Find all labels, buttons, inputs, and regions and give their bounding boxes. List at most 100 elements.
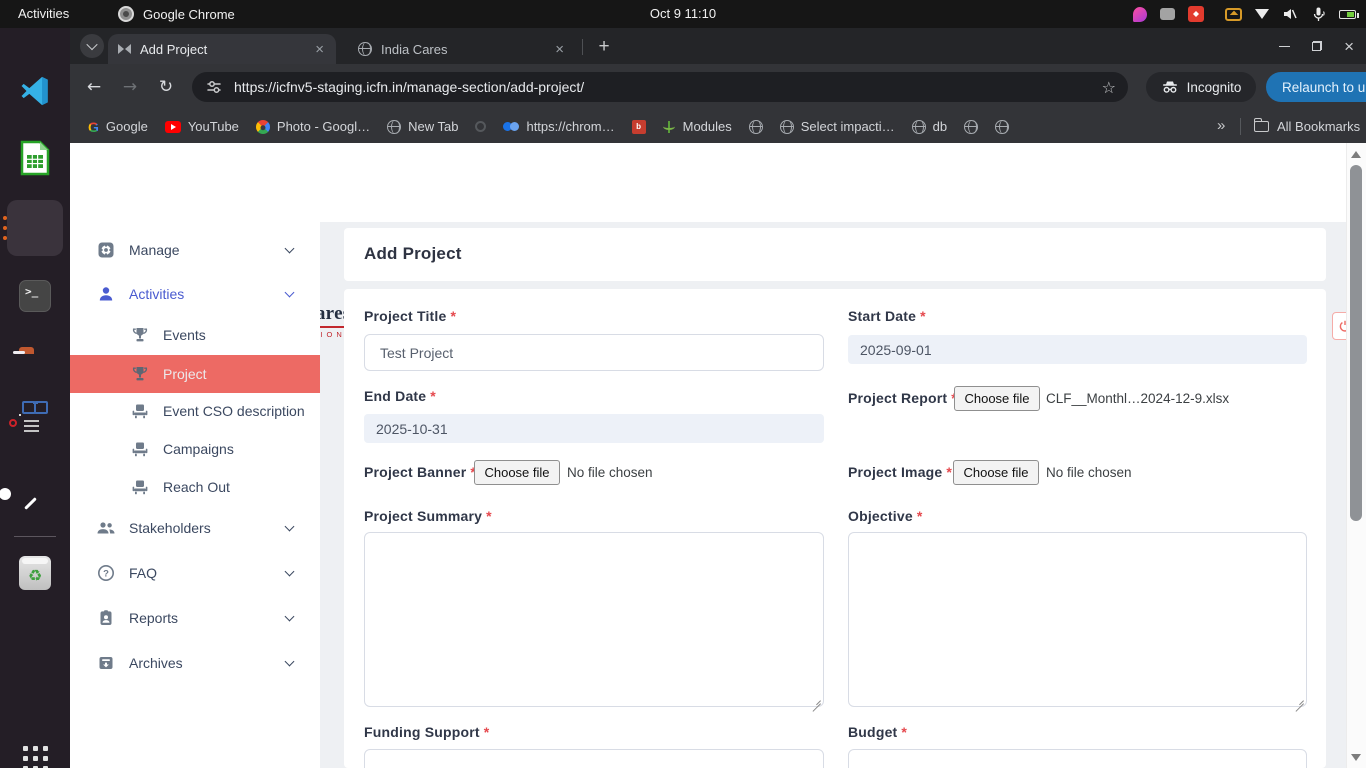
sidebar-item-label: FAQ: [129, 565, 157, 581]
app-grid-icon[interactable]: [23, 746, 28, 751]
sidebar-item-stakeholders[interactable]: Stakeholders: [70, 510, 320, 546]
bookmark-star-icon[interactable]: ☆: [1102, 78, 1116, 97]
scrollbar-thumb[interactable]: [1350, 165, 1362, 521]
libreoffice-calc-icon[interactable]: [19, 140, 51, 181]
sidebar-item-reports[interactable]: Reports: [70, 600, 320, 636]
bookmark-bajaj[interactable]: b: [632, 120, 646, 134]
project-banner-choose-file-button[interactable]: Choose file: [474, 460, 560, 485]
battery-icon[interactable]: [1339, 10, 1356, 19]
close-button[interactable]: ×: [1344, 38, 1354, 55]
funding-support-label: Funding Support*: [364, 724, 489, 740]
relaunch-button[interactable]: Relaunch to update ⋮: [1266, 72, 1366, 102]
globe-icon: [780, 120, 794, 134]
system-tray[interactable]: [1133, 0, 1356, 28]
volume-muted-icon[interactable]: [1282, 6, 1298, 22]
project-report-file-name: CLF__Monthl…2024-12-9.xlsx: [1046, 391, 1229, 406]
page-title-card: Add Project: [344, 228, 1326, 281]
omnibox[interactable]: https://icfnv5-staging.icfn.in/manage-se…: [192, 72, 1128, 102]
budget-label: Budget*: [848, 724, 907, 740]
bookmark-new-tab[interactable]: New Tab: [387, 119, 458, 134]
sidebar-item-activities[interactable]: Activities: [70, 276, 320, 312]
sidebar-item-faq[interactable]: ? FAQ: [70, 555, 320, 591]
new-tab-button[interactable]: +: [592, 35, 616, 59]
tab-close-icon[interactable]: ×: [313, 41, 326, 58]
sidebar-item-reach-out[interactable]: Reach Out: [70, 469, 320, 505]
microphone-icon[interactable]: [1311, 6, 1326, 22]
start-date-input[interactable]: [848, 335, 1307, 364]
all-bookmarks-label: All Bookmarks: [1277, 119, 1360, 134]
bajaj-icon: b: [632, 120, 646, 134]
add-project-favicon-icon: [118, 44, 131, 55]
scroll-up-arrow-icon[interactable]: [1351, 151, 1361, 158]
budget-input[interactable]: [848, 749, 1307, 768]
resize-handle-icon[interactable]: [812, 695, 821, 704]
activities-button[interactable]: Activities: [18, 0, 69, 28]
sidebar-item-project[interactable]: Project: [70, 355, 320, 393]
sidebar-item-label: Reach Out: [163, 479, 230, 495]
sidebar-item-events[interactable]: Events: [70, 317, 320, 353]
tab-add-project[interactable]: Add Project ×: [108, 34, 336, 64]
reload-button[interactable]: ↻: [152, 73, 180, 101]
forward-button[interactable]: →: [116, 73, 144, 101]
terminal-icon[interactable]: >_: [19, 280, 51, 312]
project-banner-label: Project Banner*: [364, 464, 476, 480]
relaunch-label: Relaunch to update: [1282, 80, 1366, 95]
required-asterisk: *: [450, 308, 456, 324]
minimize-button[interactable]: [1279, 46, 1290, 47]
end-date-input[interactable]: [364, 414, 824, 443]
bookmark-photos[interactable]: Photo - Googl…: [256, 119, 370, 134]
back-button[interactable]: ←: [80, 73, 108, 101]
focused-app-menu[interactable]: Google Chrome: [118, 0, 235, 28]
restore-button[interactable]: [1312, 41, 1322, 51]
bookmark-loading[interactable]: [475, 121, 486, 132]
bookmark-globe-1[interactable]: [749, 120, 763, 134]
bookmark-globe-3[interactable]: [995, 120, 1009, 134]
site-settings-icon[interactable]: [206, 79, 222, 95]
project-summary-textarea[interactable]: [364, 532, 824, 707]
sidebar-item-archives[interactable]: Archives: [70, 645, 320, 681]
trash-icon[interactable]: ♻: [19, 556, 51, 590]
google-icon: G: [88, 119, 99, 135]
bookmark-globe-2[interactable]: [964, 120, 978, 134]
sidebar-item-event-cso-description[interactable]: Event CSO description: [70, 393, 320, 429]
tab-india-cares[interactable]: India Cares ×: [348, 36, 576, 62]
chrome-toolbar: ← → ↻ https://icfnv5-staging.icfn.in/man…: [70, 64, 1366, 110]
chevron-down-icon: [285, 244, 295, 254]
project-title-input[interactable]: [364, 334, 824, 371]
objective-textarea[interactable]: [848, 532, 1307, 707]
scroll-down-arrow-icon[interactable]: [1351, 754, 1361, 761]
record-icon[interactable]: [1188, 6, 1204, 22]
funding-support-input[interactable]: [364, 749, 824, 768]
bookmark-select-impact[interactable]: Select impacti…: [780, 119, 895, 134]
bookmark-google[interactable]: GGoogle: [88, 119, 148, 135]
project-title-label: Project Title*: [364, 308, 456, 324]
bookmark-label: https://chrom…: [526, 119, 614, 134]
all-bookmarks-button[interactable]: All Bookmarks: [1254, 110, 1360, 143]
sidebar-item-label: Campaigns: [163, 441, 234, 457]
bookmarks-overflow-button[interactable]: »: [1217, 117, 1225, 134]
project-report-choose-file-button[interactable]: Choose file: [954, 386, 1040, 411]
tab-search-button[interactable]: [80, 34, 104, 58]
bookmarks-separator: [1240, 118, 1241, 135]
sidebar-item-campaigns[interactable]: Campaigns: [70, 431, 320, 467]
project-image-choose-file-button[interactable]: Choose file: [953, 460, 1039, 485]
messaging-icon[interactable]: [1133, 7, 1147, 22]
bookmark-modules[interactable]: Modules: [663, 119, 732, 134]
globe-icon: [749, 120, 763, 134]
url-text[interactable]: https://icfnv5-staging.icfn.in/manage-se…: [234, 79, 1102, 95]
chat-icon[interactable]: [1160, 8, 1175, 20]
bookmark-youtube[interactable]: YouTube: [165, 119, 239, 134]
incognito-icon: [1161, 80, 1179, 94]
screenshare-icon[interactable]: [1225, 8, 1242, 21]
vscode-icon[interactable]: [18, 74, 52, 113]
folder-icon: [1254, 121, 1269, 132]
sidebar-item-manage[interactable]: Manage: [70, 232, 320, 268]
bookmark-db[interactable]: db: [912, 119, 947, 134]
sidebar-item-label: Event CSO description: [163, 403, 305, 419]
bookmark-chrome-link[interactable]: https://chrom…: [503, 119, 614, 134]
resize-handle-icon[interactable]: [1295, 695, 1304, 704]
tab-title: Add Project: [140, 42, 313, 57]
bookmark-label: db: [933, 119, 947, 134]
tab-close-icon[interactable]: ×: [553, 41, 566, 58]
wifi-icon[interactable]: [1255, 9, 1269, 19]
